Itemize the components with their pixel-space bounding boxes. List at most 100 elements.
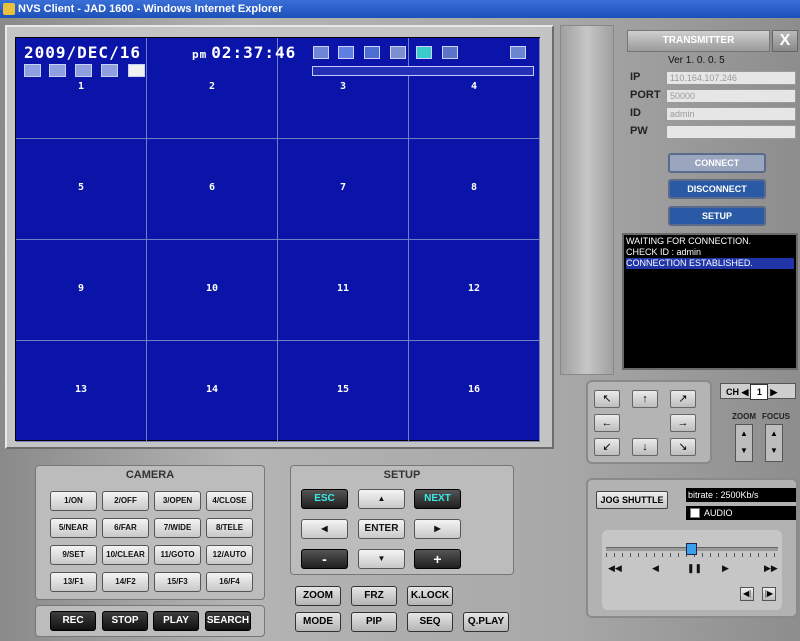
key-lock-button[interactable]: K.LOCK [407, 586, 453, 606]
camera-button-7[interactable]: 7/WIDE [154, 518, 201, 538]
setup-title: SETUP [383, 469, 421, 481]
camera-button-16[interactable]: 16/F4 [206, 572, 253, 592]
audio-checkbox[interactable]: AUDIO [686, 506, 796, 520]
camera-button-10[interactable]: 10/CLEAR [102, 545, 149, 565]
pip-button[interactable]: PIP [351, 612, 397, 632]
next-button[interactable]: NEXT [414, 489, 461, 509]
camera-cell-8[interactable]: 8 [409, 139, 540, 240]
camera-cell-16[interactable]: 16 [409, 341, 540, 442]
camera-cell-12[interactable]: 12 [409, 240, 540, 341]
camera-cell-10[interactable]: 10 [147, 240, 278, 341]
display-icon[interactable] [416, 46, 432, 59]
play-button[interactable]: PLAY [153, 611, 199, 631]
camera-cell-13[interactable]: 13 [16, 341, 147, 442]
left-button[interactable]: ◀ [301, 519, 348, 539]
ptz-icon[interactable] [24, 64, 41, 77]
settings-icon[interactable] [338, 46, 354, 59]
camera-cell-5[interactable]: 5 [16, 139, 147, 240]
camera-button-15[interactable]: 15/F3 [154, 572, 201, 592]
arrow-down-button[interactable]: ↓ [632, 438, 658, 456]
focus-control[interactable]: ▲ ▼ [765, 424, 783, 462]
jog-thumb[interactable] [686, 543, 697, 555]
arrow-right-button[interactable]: → [670, 414, 696, 432]
camera-button-4[interactable]: 4/CLOSE [206, 491, 253, 511]
step-forward-button[interactable]: |▶ [762, 587, 776, 601]
up-button[interactable]: ▲ [358, 489, 405, 509]
rewind-icon[interactable]: ◀ [652, 563, 659, 574]
arrow-up-right-button[interactable]: ↗ [670, 390, 696, 408]
step-back-button[interactable]: ◀| [740, 587, 754, 601]
arrow-up-button[interactable]: ↑ [632, 390, 658, 408]
camera-button-13[interactable]: 13/F1 [50, 572, 97, 592]
camera-button-2[interactable]: 2/OFF [102, 491, 149, 511]
arrow-up-left-button[interactable]: ↖ [594, 390, 620, 408]
enter-button[interactable]: ENTER [358, 519, 405, 539]
arrow-down-left-button[interactable]: ↙ [594, 438, 620, 456]
fast-rewind-icon[interactable]: ◀◀ [608, 563, 622, 574]
ip-field[interactable]: 110.164.107.246 [666, 71, 796, 85]
app-window: NVS Client - JAD 1600 - Windows Internet… [0, 0, 800, 641]
signal-icon[interactable] [442, 46, 458, 59]
zoom-label: ZOOM [732, 412, 756, 421]
rec-button[interactable]: REC [50, 611, 96, 631]
plus-button[interactable]: + [414, 549, 461, 569]
close-button[interactable]: X [772, 30, 798, 52]
down-button[interactable]: ▼ [358, 549, 405, 569]
camera-button-6[interactable]: 6/FAR [102, 518, 149, 538]
camera-button-11[interactable]: 11/GOTO [154, 545, 201, 565]
fast-forward-icon[interactable]: ▶▶ [764, 563, 778, 574]
play-icon[interactable]: ▶ [722, 563, 729, 574]
arrow-left-button[interactable]: ← [594, 414, 620, 432]
camera-cell-number: 16 [467, 384, 481, 395]
freeze-button[interactable]: FRZ [351, 586, 397, 606]
camera-cell-15[interactable]: 15 [278, 341, 409, 442]
camera-cell-11[interactable]: 11 [278, 240, 409, 341]
motion-icon[interactable] [364, 46, 380, 59]
minus-button[interactable]: - [301, 549, 348, 569]
network-icon[interactable] [510, 46, 526, 59]
stop-button[interactable]: STOP [102, 611, 148, 631]
arrow-down-right-button[interactable]: ↘ [670, 438, 696, 456]
pw-field[interactable] [666, 125, 796, 139]
single-view-icon[interactable] [313, 46, 329, 59]
camera-cell-6[interactable]: 6 [147, 139, 278, 240]
camera-button-14[interactable]: 14/F2 [102, 572, 149, 592]
camera-cell-14[interactable]: 14 [147, 341, 278, 442]
playback-icon[interactable] [128, 64, 145, 77]
camera-button-9[interactable]: 9/SET [50, 545, 97, 565]
camera-icon[interactable] [75, 64, 92, 77]
pause-icon[interactable]: ❚❚ [687, 563, 702, 574]
esc-button[interactable]: ESC [301, 489, 348, 509]
camera-cell-number: 5 [77, 182, 85, 193]
id-field[interactable]: admin [666, 107, 796, 121]
record-icon[interactable] [390, 46, 406, 59]
osd-time: pm 02:37:46 [192, 43, 296, 62]
setup-button[interactable]: SETUP [668, 206, 766, 226]
move-icon[interactable] [49, 64, 66, 77]
connect-button[interactable]: CONNECT [668, 153, 766, 173]
channel-selector[interactable]: CH ◀ 1 ▶ [720, 383, 796, 400]
camera-cell-number: 2 [208, 81, 216, 92]
search-button[interactable]: SEARCH [205, 611, 251, 631]
camera-button-3[interactable]: 3/OPEN [154, 491, 201, 511]
jog-shuttle-button[interactable]: JOG SHUTTLE [596, 491, 668, 509]
log-line: CHECK ID : admin [626, 247, 702, 257]
quick-play-button[interactable]: Q.PLAY [463, 612, 509, 632]
camera-cell-9[interactable]: 9 [16, 240, 147, 341]
camera-cell-7[interactable]: 7 [278, 139, 409, 240]
camera-button-5[interactable]: 5/NEAR [50, 518, 97, 538]
zoom-control[interactable]: ▲ ▼ [735, 424, 753, 462]
camera-cell-number: 1 [77, 81, 85, 92]
camera-cell-number: 12 [467, 283, 481, 294]
right-button[interactable]: ▶ [414, 519, 461, 539]
sequence-button[interactable]: SEQ [407, 612, 453, 632]
camera-button-8[interactable]: 8/TELE [206, 518, 253, 538]
port-field[interactable]: 50000 [666, 89, 796, 103]
camera-button-1[interactable]: 1/ON [50, 491, 97, 511]
mode-button[interactable]: MODE [295, 612, 341, 632]
connection-log: WAITING FOR CONNECTION. CHECK ID : admin… [622, 233, 798, 370]
disconnect-button[interactable]: DISCONNECT [668, 179, 766, 199]
zoom-button[interactable]: ZOOM [295, 586, 341, 606]
search-icon[interactable] [101, 64, 118, 77]
camera-button-12[interactable]: 12/AUTO [206, 545, 253, 565]
